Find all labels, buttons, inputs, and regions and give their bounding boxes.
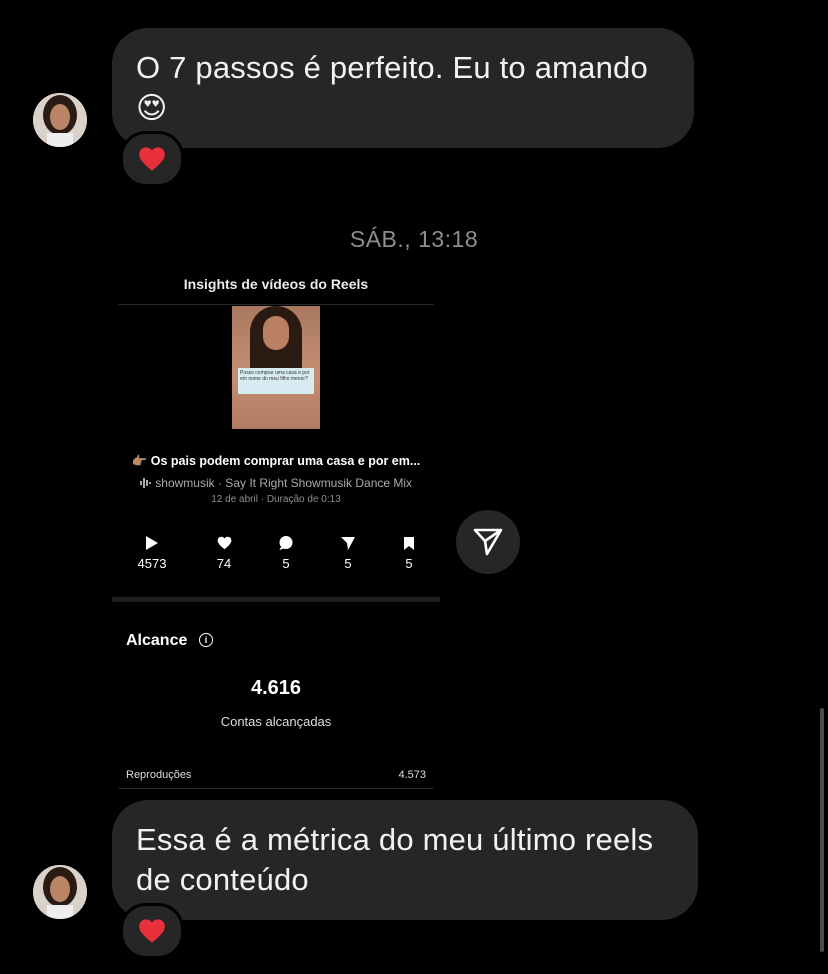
stat-value: 4573: [137, 556, 167, 571]
stat-value: 5: [405, 556, 413, 571]
heart-icon: [139, 147, 165, 171]
stat-value: 5: [344, 556, 352, 571]
message-bubble[interactable]: O 7 passos é perfeito. Eu to amando 😍: [112, 28, 694, 148]
stat-saves: 5: [379, 534, 439, 571]
info-icon: i: [199, 633, 213, 647]
heart-reaction[interactable]: [120, 131, 184, 187]
heart-icon: [217, 536, 231, 550]
shared-insights-post[interactable]: Insights de vídeos do Reels Posso compra…: [112, 270, 440, 790]
comment-icon: [279, 536, 293, 550]
stat-value: 74: [216, 556, 232, 571]
divider: [118, 304, 434, 305]
play-icon: [146, 536, 158, 550]
stat-likes: 74: [194, 534, 254, 571]
scrollbar[interactable]: [820, 708, 824, 952]
reel-title: 👉🏽 Os pais podem comprar uma casa e por …: [131, 454, 421, 468]
timestamp: SÁB., 13:18: [349, 226, 479, 252]
reach-title: Alcance: [126, 632, 188, 649]
reel-date: 12 de abril · Duração de 0:13: [211, 494, 341, 505]
section-divider: [112, 597, 440, 602]
reach-label: Contas alcançadas: [220, 714, 332, 729]
plays-value: 4.573: [398, 769, 426, 781]
message-bubble[interactable]: Essa é a métrica do meu último reels de …: [112, 800, 698, 920]
stat-shares: 5: [318, 534, 378, 571]
heart-eyes-emoji: 😍: [136, 91, 168, 126]
stat-comments: 5: [256, 534, 316, 571]
paper-plane-icon: [473, 528, 503, 556]
thumbnail-face: [263, 316, 289, 350]
stat-plays: 4573: [122, 534, 182, 571]
bookmark-icon: [404, 536, 414, 550]
heart-reaction[interactable]: [120, 903, 184, 959]
reel-music-text: showmusik · Say It Right Showmusik Dance…: [155, 476, 413, 490]
send-icon: [341, 536, 355, 550]
avatar[interactable]: [33, 865, 87, 919]
message-text: O 7 passos é perfeito. Eu to amando: [136, 50, 648, 85]
message-text: Essa é a métrica do meu último reels de …: [136, 822, 654, 897]
heart-icon: [139, 919, 165, 943]
reach-value: 4.616: [250, 677, 302, 699]
stat-value: 5: [282, 556, 290, 571]
divider: [118, 788, 434, 789]
reel-thumbnail[interactable]: Posso comprar uma casa e por em nome do …: [232, 306, 320, 429]
thumbnail-caption: Posso comprar uma casa e por em nome do …: [238, 368, 314, 394]
avatar[interactable]: [33, 93, 87, 147]
audio-wave-icon: [139, 478, 151, 488]
share-button[interactable]: [456, 510, 520, 574]
plays-label: Reproduções: [126, 769, 192, 781]
insights-header: Insights de vídeos do Reels: [183, 276, 369, 292]
reel-music: showmusik · Say It Right Showmusik Dance…: [112, 476, 440, 490]
